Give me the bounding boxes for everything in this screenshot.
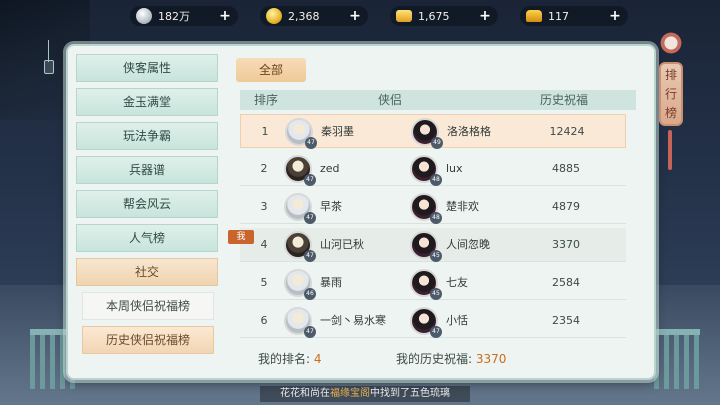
sidebar-item-attributes[interactable]: 侠客属性 xyxy=(76,54,218,82)
me-tag: 我 xyxy=(228,230,254,244)
silver-coin-icon xyxy=(136,8,152,24)
male-name: 早茶 xyxy=(320,200,342,213)
female-level-badge: 45 xyxy=(430,250,442,262)
female-level-badge: 49 xyxy=(431,137,443,149)
resource-silver: 182万 + xyxy=(130,6,238,26)
add-ingot-button[interactable]: + xyxy=(478,9,492,23)
female-name: 七友 xyxy=(446,276,468,289)
resource-gold: 2,368 + xyxy=(260,6,368,26)
tassel-icon xyxy=(668,130,672,170)
female-level-badge: 45 xyxy=(430,288,442,300)
table-row[interactable]: 我 4 47 山河已秋 45 人间忽晚 3370 xyxy=(228,228,626,262)
lantern-icon xyxy=(44,60,54,74)
ticker-prefix: 花花和尚在 xyxy=(280,388,330,399)
ingot-icon xyxy=(396,10,412,22)
rank-number: 3 xyxy=(260,200,268,213)
male-level-badge: 47 xyxy=(304,250,316,262)
resource-bar: 182万 + 2,368 + 1,675 + 117 + xyxy=(130,6,628,28)
railing-right xyxy=(654,329,700,389)
female-name: 小恬 xyxy=(446,314,468,327)
male-name: 秦羽墨 xyxy=(321,125,354,138)
male-name: 一剑丶易水寒 xyxy=(320,314,386,327)
header-score: 历史祝福 xyxy=(540,93,589,107)
sidebar-item-wealth[interactable]: 金玉满堂 xyxy=(76,88,218,116)
resource-value: 117 xyxy=(548,9,569,23)
male-name: 山河已秋 xyxy=(320,238,364,251)
male-level-badge: 47 xyxy=(304,326,316,338)
my-score-value: 3370 xyxy=(475,352,507,366)
blessing-score: 3370 xyxy=(552,238,580,251)
table-row[interactable]: 5 46 暴雨 45 七友 2584 xyxy=(240,266,626,300)
chinese-knot-icon xyxy=(656,28,686,58)
male-level-badge: 47 xyxy=(304,174,316,186)
male-level-badge: 46 xyxy=(304,288,316,300)
male-name: zed xyxy=(320,162,340,175)
table-header: 排序 侠侣 历史祝福 xyxy=(240,90,636,110)
add-gold-ingot-button[interactable]: + xyxy=(608,9,622,23)
table-row[interactable]: 2 47 zed 48 lux 4885 xyxy=(240,152,626,186)
filter-all-tab[interactable]: 全部 xyxy=(236,58,306,82)
blessing-score: 12424 xyxy=(549,125,585,138)
gold-coin-icon xyxy=(266,8,282,24)
broadcast-ticker: 花花和尚在福缘宝阁中找到了五色琉璃 xyxy=(260,386,470,402)
table-row[interactable]: 3 47 早茶 48 楚非欢 4879 xyxy=(240,190,626,224)
add-gold-button[interactable]: + xyxy=(348,9,362,23)
male-level-badge: 47 xyxy=(304,212,316,224)
female-name: lux xyxy=(446,162,463,175)
blessing-score: 2584 xyxy=(552,276,580,289)
header-couple: 侠侣 xyxy=(378,93,403,107)
ticker-suffix: 中找到了五色琉璃 xyxy=(370,388,450,399)
ranking-content: 全部 排序 侠侣 历史祝福 1 47 秦羽墨 49 洛洛格格 12424 2 47 zed 48 l… xyxy=(228,54,648,372)
resource-value: 2,368 xyxy=(288,9,320,23)
sidebar-item-gameplay[interactable]: 玩法争霸 xyxy=(76,122,218,150)
blessing-score: 4885 xyxy=(552,162,580,175)
female-level-badge: 47 xyxy=(430,326,442,338)
blessing-score: 2354 xyxy=(552,314,580,327)
rank-number: 5 xyxy=(260,276,268,289)
my-rank-label: 我的排名: xyxy=(258,352,311,366)
sidebar-item-weapons[interactable]: 兵器谱 xyxy=(76,156,218,184)
ticker-highlight: 福缘宝阁 xyxy=(330,388,370,399)
resource-ingot: 1,675 + xyxy=(390,6,498,26)
sidebar-item-guild[interactable]: 帮会风云 xyxy=(76,190,218,218)
resource-gold-ingot: 117 + xyxy=(520,6,628,26)
blessing-score: 4879 xyxy=(552,200,580,213)
header-rank: 排序 xyxy=(254,93,279,107)
rank-number: 2 xyxy=(260,162,268,175)
my-rank: 我的排名: 4 xyxy=(258,350,322,367)
subitem-history-couple-blessing[interactable]: 历史侠侣祝福榜 xyxy=(82,326,214,354)
sidebar-item-popularity[interactable]: 人气榜 xyxy=(76,224,218,252)
female-level-badge: 48 xyxy=(430,212,442,224)
sidebar-item-social[interactable]: 社交 xyxy=(76,258,218,286)
category-sidebar: 侠客属性 金玉满堂 玩法争霸 兵器谱 帮会风云 人气榜 社交 本周侠侣祝福榜 历… xyxy=(76,54,218,372)
resource-value: 1,675 xyxy=(418,9,450,23)
add-silver-button[interactable]: + xyxy=(218,9,232,23)
female-name: 楚非欢 xyxy=(446,200,479,213)
male-level-badge: 47 xyxy=(305,137,317,149)
my-rank-value: 4 xyxy=(313,352,322,366)
male-name: 暴雨 xyxy=(320,276,342,289)
ranking-panel: 侠客属性 金玉满堂 玩法争霸 兵器谱 帮会风云 人气榜 社交 本周侠侣祝福榜 历… xyxy=(66,44,656,380)
rank-number: 4 xyxy=(260,238,268,251)
female-name: 人间忽晚 xyxy=(446,238,490,251)
rank-number: 1 xyxy=(261,125,269,138)
ranking-banner-label: 排行榜 xyxy=(665,68,678,120)
resource-value: 182万 xyxy=(158,10,190,23)
lantern-cord xyxy=(48,40,49,62)
gold-ingot-icon xyxy=(526,10,542,22)
female-level-badge: 48 xyxy=(430,174,442,186)
table-row[interactable]: 6 47 一剑丶易水寒 47 小恬 2354 xyxy=(240,304,626,338)
my-score-label: 我的历史祝福: xyxy=(396,352,473,366)
table-row[interactable]: 1 47 秦羽墨 49 洛洛格格 12424 xyxy=(240,114,626,149)
rank-number: 6 xyxy=(260,314,268,327)
ranking-banner-button[interactable]: 排行榜 xyxy=(659,62,683,126)
female-name: 洛洛格格 xyxy=(447,125,491,138)
subitem-weekly-couple-blessing[interactable]: 本周侠侣祝福榜 xyxy=(82,292,214,320)
my-score: 我的历史祝福: 3370 xyxy=(396,350,506,367)
